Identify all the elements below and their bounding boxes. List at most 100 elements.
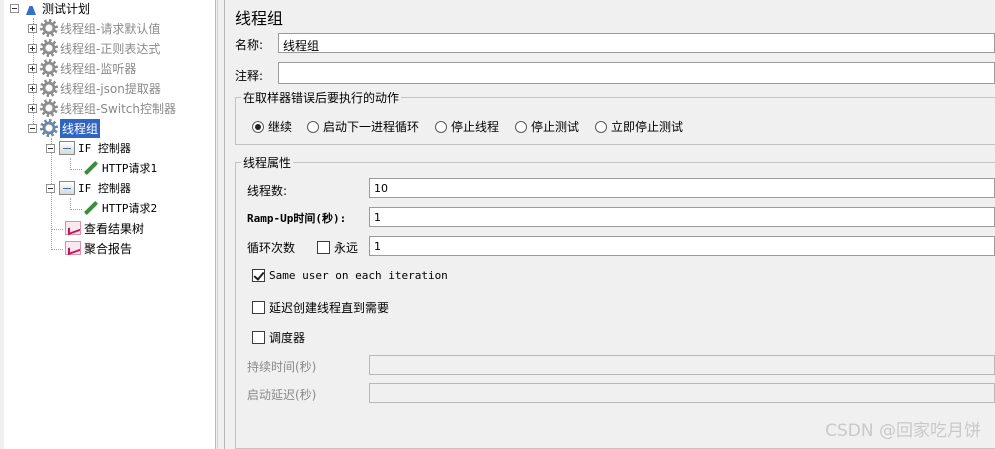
checkbox-unchecked-icon [252,331,265,344]
radio-label: 启动下一进程循环 [323,120,420,134]
radio-continue[interactable]: 继续 [252,118,292,135]
panel-title: 线程组 [235,9,284,28]
rampup-label: Ramp-Up时间(秒): [247,212,347,225]
radio-unselected-icon [435,120,447,133]
tree-node-label: IF 控制器 [78,182,131,195]
collapse-icon[interactable] [46,143,55,153]
gear-icon [40,59,58,77]
sampler-icon [82,199,100,217]
threads-field[interactable]: 10 [369,178,995,198]
rampup-field[interactable]: 1 [369,207,995,227]
checkbox-label: 永远 [334,241,359,255]
loop-count-field[interactable]: 1 [369,236,995,256]
delay-thread-creation-checkbox[interactable]: 延迟创建线程直到需要 [252,299,389,316]
tree-node-label: IF 控制器 [78,142,131,155]
radio-selected-icon [252,120,264,133]
radio-label: 继续 [268,120,293,134]
tree-node-label: 线程组-Switch控制器 [60,101,177,116]
checkbox-label: 延迟创建线程直到需要 [269,301,390,315]
startup-delay-field[interactable] [369,383,995,403]
duration-label: 持续时间(秒) [247,360,317,374]
gear-icon [40,79,58,97]
tree-node-thread-group-selected[interactable]: 线程组 [28,118,101,138]
if-controller-icon [58,179,76,197]
comment-label: 注释: [235,69,264,83]
if-controller-icon [58,139,76,157]
scheduler-checkbox[interactable]: 调度器 [252,329,305,346]
threads-label: 线程数: [247,184,288,198]
forever-checkbox[interactable]: 永远 [317,239,358,256]
radio-stop-test-now[interactable]: 立即停止测试 [595,118,683,135]
tree-node-label: 线程组-json提取器 [60,81,161,96]
tree-node-if-controller-1[interactable]: IF 控制器 [46,138,131,158]
tree-node-http-request-1[interactable]: HTTP请求1 [82,158,157,178]
collapse-icon[interactable] [10,3,19,13]
name-field[interactable]: 线程组 [278,33,995,53]
collapse-icon[interactable] [46,183,55,193]
duration-field[interactable] [369,355,995,375]
gear-icon [40,19,58,37]
tree-node-label: 线程组-请求默认值 [60,21,161,36]
tree-node-thread-group-json[interactable]: 线程组-json提取器 [28,78,161,98]
gear-icon [40,39,58,57]
tree-node-thread-group-regex[interactable]: 线程组-正则表达式 [28,38,160,58]
tree-node-label: 线程组-正则表达式 [60,41,161,56]
tree-node-if-controller-2[interactable]: IF 控制器 [46,178,131,198]
test-plan-tree[interactable]: 测试计划 线程组-请求默认值 线程组-正则表达式 线程组-监听器 线程组-jso… [4,0,216,449]
checkbox-unchecked-icon [252,301,265,314]
loop-count-label: 循环次数 [247,241,296,255]
radio-start-next-loop[interactable]: 启动下一进程循环 [307,118,419,135]
tree-node-thread-group-listener[interactable]: 线程组-监听器 [28,58,136,78]
expand-icon[interactable] [28,103,37,113]
tree-connector [51,249,63,250]
checkbox-label: 调度器 [269,331,306,345]
watermark: CSDN @回家吃月饼 [825,421,981,441]
tree-node-thread-group-defaults[interactable]: 线程组-请求默认值 [28,18,160,38]
comment-field[interactable] [278,62,995,84]
radio-unselected-icon [515,120,527,133]
name-label: 名称: [235,38,264,52]
listener-icon [64,239,82,257]
tree-connector [51,229,63,230]
tree-node-label: 测试计划 [42,1,91,16]
gear-icon [40,119,58,137]
checkbox-label: Same user on each iteration [269,269,448,282]
error-action-group-title: 在取样器错误后要执行的动作 [241,89,402,106]
checkbox-checked-icon [252,269,265,282]
tree-node-http-request-2[interactable]: HTTP请求2 [82,198,157,218]
thread-properties-group-title: 线程属性 [241,154,294,171]
gear-icon [40,99,58,117]
radio-unselected-icon [307,120,319,133]
tree-node-label: HTTP请求2 [102,202,158,215]
flask-icon [22,0,40,17]
expand-icon[interactable] [28,23,37,33]
radio-label: 停止测试 [531,120,580,134]
tree-node-label: 查看结果树 [84,221,145,236]
radio-stop-thread[interactable]: 停止线程 [435,118,499,135]
tree-node-label: 线程组 [60,118,101,138]
tree-node-test-plan[interactable]: 测试计划 [10,0,90,18]
radio-label: 停止线程 [451,120,500,134]
expand-icon[interactable] [28,83,37,93]
tree-node-aggregate-report[interactable]: 聚合报告 [64,238,132,258]
tree-connector [70,169,82,170]
listener-icon [64,219,82,237]
tree-node-label: 线程组-监听器 [60,61,137,76]
expand-icon[interactable] [28,63,37,73]
thread-group-panel: 线程组 名称: 线程组 注释: 在取样器错误后要执行的动作 继续 启动下一进程循… [226,0,995,449]
radio-stop-test[interactable]: 停止测试 [515,118,579,135]
split-pane-divider[interactable] [217,0,225,449]
radio-unselected-icon [595,120,607,133]
tree-node-label: 聚合报告 [84,241,133,256]
tree-node-view-results-tree[interactable]: 查看结果树 [64,218,144,238]
tree-connector [70,209,82,210]
startup-delay-label: 启动延迟(秒) [247,388,317,402]
sampler-icon [82,159,100,177]
collapse-icon[interactable] [28,123,37,133]
radio-label: 立即停止测试 [611,120,684,134]
expand-icon[interactable] [28,43,37,53]
tree-node-label: HTTP请求1 [102,162,158,175]
checkbox-unchecked-icon [317,241,330,254]
same-user-checkbox[interactable]: Same user on each iteration [252,269,448,282]
tree-node-thread-group-switch[interactable]: 线程组-Switch控制器 [28,98,176,118]
